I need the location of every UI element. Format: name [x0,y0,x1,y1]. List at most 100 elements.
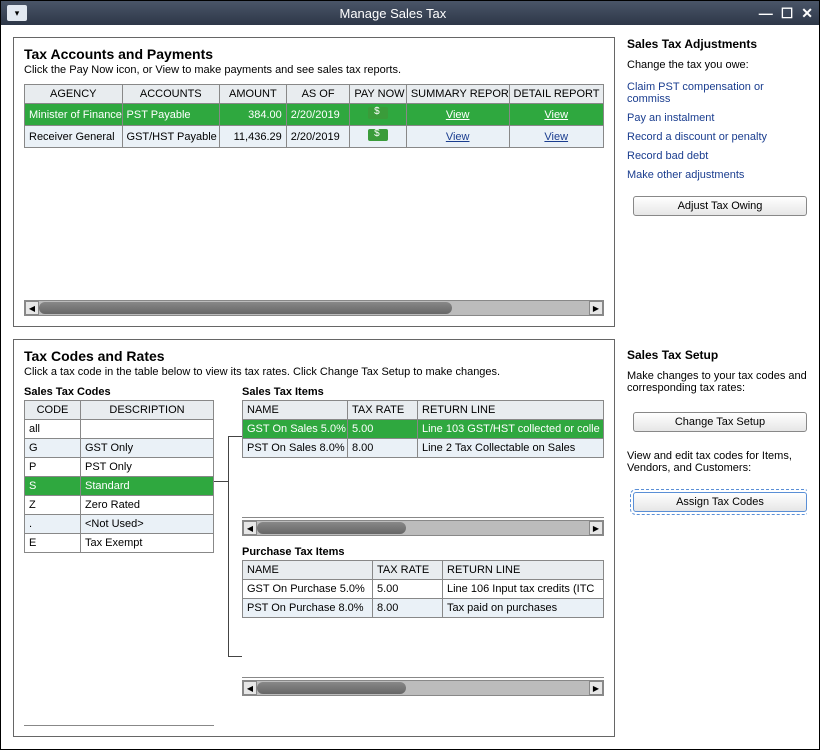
col-name[interactable]: NAME [243,401,348,420]
change-tax-setup-button[interactable]: Change Tax Setup [633,412,807,432]
connector-line [214,481,228,482]
sales-item-row[interactable]: PST On Sales 8.0% 8.00 Line 2 Tax Collec… [243,439,604,458]
col-asof[interactable]: AS OF [286,85,350,104]
code-row[interactable]: ETax Exempt [25,534,214,553]
scroll-track[interactable] [257,521,589,535]
purchase-item-row[interactable]: GST On Purchase 5.0% 5.00 Line 106 Input… [243,580,604,599]
col-name[interactable]: NAME [243,561,373,580]
connector-line [228,656,242,657]
accounts-row[interactable]: Receiver General GST/HST Payable 11,436.… [25,126,604,148]
scroll-right-icon[interactable]: ▶ [589,521,603,535]
codes-heading: Tax Codes and Rates [24,348,604,364]
col-rate[interactable]: TAX RATE [373,561,443,580]
adjustments-sub: Change the tax you owe: [627,59,807,71]
scroll-right-icon[interactable]: ▶ [589,301,603,315]
col-return[interactable]: RETURN LINE [443,561,604,580]
scroll-track[interactable] [257,681,589,695]
sales-tax-codes-col: Sales Tax Codes CODE DESCRIPTION [24,386,214,726]
pay-now-icon[interactable] [368,107,388,119]
scroll-left-icon[interactable]: ◀ [25,301,39,315]
purchase-items-heading: Purchase Tax Items [242,546,604,558]
code-row[interactable]: GGST Only [25,439,214,458]
codes-table[interactable]: CODE DESCRIPTION all GGST Only PPST Only… [24,400,214,553]
titlebar: ▾ Manage Sales Tax — ☐ ✕ [1,1,819,25]
scroll-thumb[interactable] [257,682,406,694]
cell-summary: View [406,126,509,148]
code-row[interactable]: all [25,420,214,439]
scroll-track[interactable] [39,301,589,315]
code-row[interactable]: PPST Only [25,458,214,477]
purchase-items-hscroll[interactable]: ◀ ▶ [242,680,604,696]
minimize-icon[interactable]: — [759,5,773,22]
adjust-tax-owing-button[interactable]: Adjust Tax Owing [633,196,807,216]
code-row[interactable]: SStandard [25,477,214,496]
col-code[interactable]: CODE [25,401,81,420]
window-controls: — ☐ ✕ [759,5,813,22]
accounts-table-wrap: AGENCY ACCOUNTS AMOUNT AS OF PAY NOW SUM… [24,84,604,316]
close-icon[interactable]: ✕ [801,5,813,22]
window-menu-icon[interactable]: ▾ [7,5,27,21]
adjust-link[interactable]: Record bad debt [627,150,807,162]
cell-amount: 11,436.29 [220,126,287,148]
detail-link[interactable]: View [544,131,568,143]
adjust-link[interactable]: Record a discount or penalty [627,131,807,143]
col-detail[interactable]: DETAIL REPORT [509,85,604,104]
codes-table-wrap: CODE DESCRIPTION all GGST Only PPST Only… [24,400,214,726]
col-amount[interactable]: AMOUNT [220,85,287,104]
scroll-left-icon[interactable]: ◀ [243,521,257,535]
spacer [627,234,807,344]
setup-sub2: View and edit tax codes for Items, Vendo… [627,450,807,474]
summary-link[interactable]: View [446,131,470,143]
scroll-thumb[interactable] [39,302,452,314]
col-summary[interactable]: SUMMARY REPORT [406,85,509,104]
cell-agency: Receiver General [25,126,123,148]
cell-detail: View [509,126,604,148]
col-rate[interactable]: TAX RATE [348,401,418,420]
scroll-left-icon[interactable]: ◀ [243,681,257,695]
col-paynow[interactable]: PAY NOW [350,85,406,104]
cell-asof: 2/20/2019 [286,126,350,148]
code-row[interactable]: ZZero Rated [25,496,214,515]
accounts-panel: Tax Accounts and Payments Click the Pay … [13,37,615,327]
code-row[interactable]: .<Not Used> [25,515,214,534]
cell-agency: Minister of Finance [25,104,123,126]
col-accounts[interactable]: ACCOUNTS [122,85,220,104]
accounts-empty-area [24,148,604,298]
assign-tax-codes-button[interactable]: Assign Tax Codes [633,492,807,512]
scroll-thumb[interactable] [257,522,406,534]
purchase-items-block: Purchase Tax Items NAME TAX RATE RETURN … [242,546,604,696]
accounts-subtext: Click the Pay Now icon, or View to make … [24,64,604,76]
window-title: Manage Sales Tax [27,6,759,21]
purchase-item-row[interactable]: PST On Purchase 8.0% 8.00 Tax paid on pu… [243,599,604,618]
left-column: Tax Accounts and Payments Click the Pay … [13,37,615,737]
adjust-link[interactable]: Make other adjustments [627,169,807,181]
codes-mini-heading: Sales Tax Codes [24,386,214,398]
sales-items-hscroll[interactable]: ◀ ▶ [242,520,604,536]
accounts-hscroll[interactable]: ◀ ▶ [24,300,604,316]
cell-accounts: GST/HST Payable [122,126,220,148]
col-return[interactable]: RETURN LINE [418,401,604,420]
cell-summary: View [406,104,509,126]
sales-items-heading: Sales Tax Items [242,386,604,398]
connector-line [228,436,242,437]
accounts-row[interactable]: Minister of Finance PST Payable 384.00 2… [25,104,604,126]
codes-panel: Tax Codes and Rates Click a tax code in … [13,339,615,737]
col-desc[interactable]: DESCRIPTION [81,401,214,420]
manage-sales-tax-window: ▾ Manage Sales Tax — ☐ ✕ Tax Accounts an… [0,0,820,750]
cell-paynow[interactable] [350,104,406,126]
cell-paynow[interactable] [350,126,406,148]
sales-item-row[interactable]: GST On Sales 5.0% 5.00 Line 103 GST/HST … [243,420,604,439]
maximize-icon[interactable]: ☐ [781,5,794,22]
purchase-items-empty [242,618,604,678]
cell-amount: 384.00 [220,104,287,126]
purchase-items-table[interactable]: NAME TAX RATE RETURN LINE GST On Purchas… [242,560,604,618]
accounts-table[interactable]: AGENCY ACCOUNTS AMOUNT AS OF PAY NOW SUM… [24,84,604,148]
sales-items-table[interactable]: NAME TAX RATE RETURN LINE GST On Sales 5… [242,400,604,458]
col-agency[interactable]: AGENCY [25,85,123,104]
scroll-right-icon[interactable]: ▶ [589,681,603,695]
adjust-link[interactable]: Claim PST compensation or commiss [627,81,807,105]
pay-now-icon[interactable] [368,129,388,141]
adjust-link[interactable]: Pay an instalment [627,112,807,124]
detail-link[interactable]: View [544,109,568,121]
summary-link[interactable]: View [446,109,470,121]
